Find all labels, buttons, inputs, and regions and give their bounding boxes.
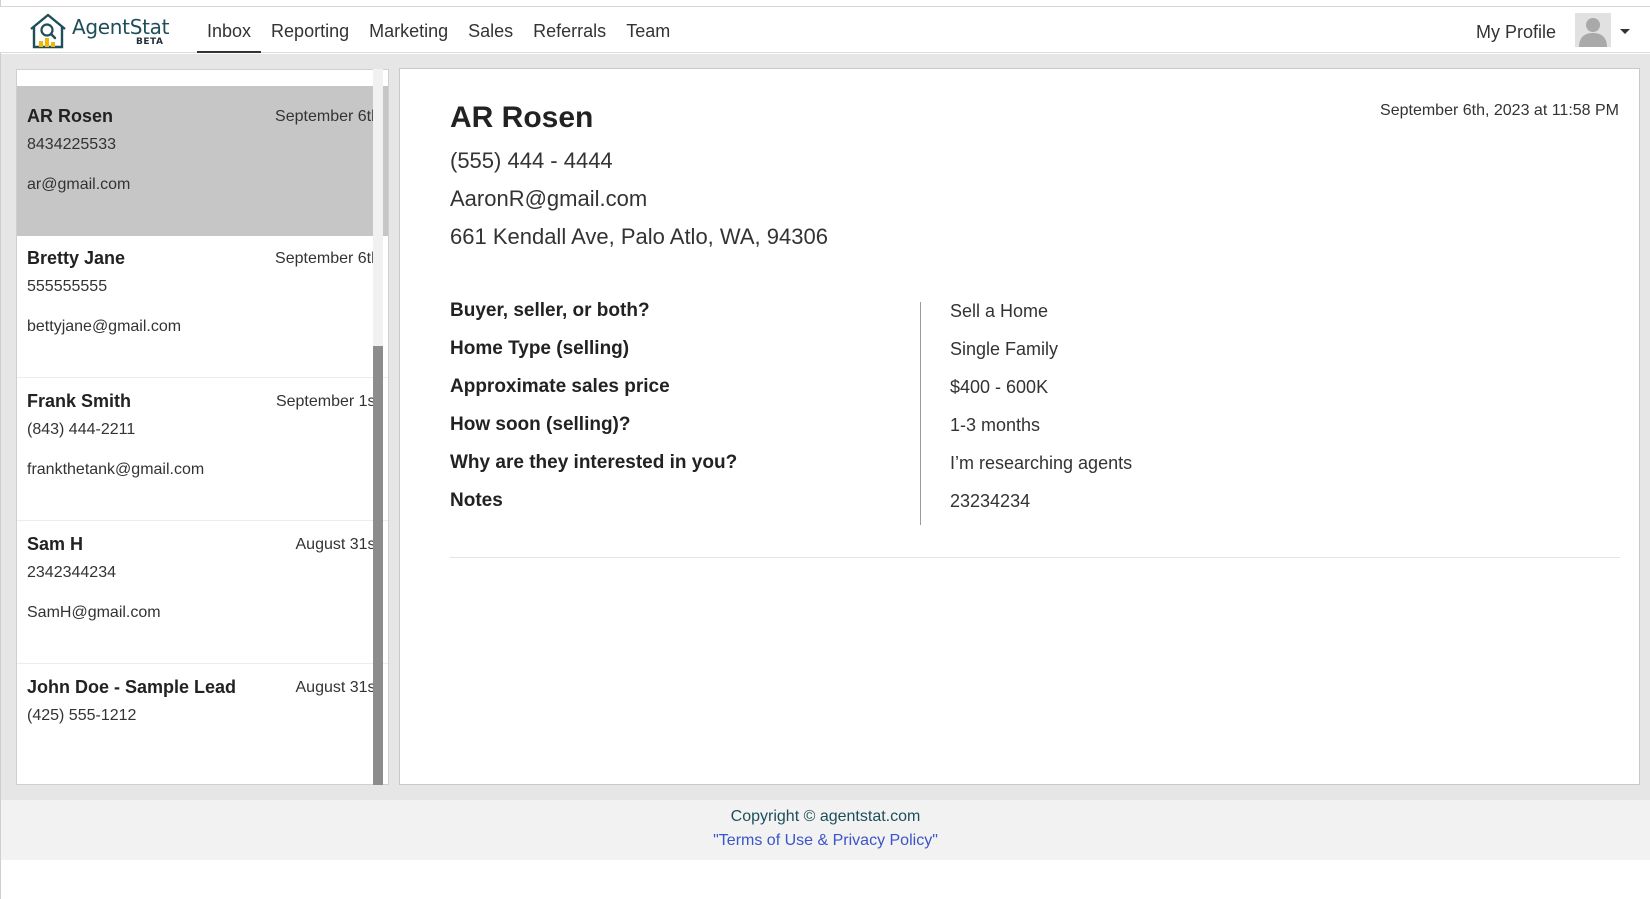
terms-privacy-link[interactable]: "Terms of Use & Privacy Policy" xyxy=(1,832,1650,850)
lead-phone: 8434225533 xyxy=(27,136,116,153)
answer-value: 1-3 months xyxy=(950,415,1041,435)
lead-list-item[interactable]: John Doe - Sample Lead August 31st (425)… xyxy=(17,657,388,784)
top-navbar: AgentStat BETA Inbox Reporting Marketing… xyxy=(0,7,1650,53)
answer-value: Single Family xyxy=(950,339,1059,359)
lead-list-item[interactable]: AR Rosen September 6th 8434225533 ar@gma… xyxy=(17,86,388,236)
lead-list-item[interactable]: Frank Smith September 1st (843) 444-2211… xyxy=(17,371,388,521)
brand-name: AgentStat xyxy=(72,15,170,39)
lead-email: ar@gmail.com xyxy=(27,176,131,193)
lead-date: August 31st xyxy=(295,536,381,553)
answer-value: Sell a Home xyxy=(950,301,1049,321)
header-top-rule xyxy=(0,6,1650,7)
detail-timestamp: September 6th, 2023 at 11:58 PM xyxy=(1380,102,1619,119)
lead-date: September 6th xyxy=(275,108,380,125)
answer-value: I’m researching agents xyxy=(950,453,1133,473)
lead-list-scroll-thumb[interactable] xyxy=(373,346,383,785)
qa-column-divider xyxy=(920,302,921,525)
answer-value: 23234234 xyxy=(950,491,1031,511)
lead-detail-panel: AR Rosen September 6th, 2023 at 11:58 PM… xyxy=(399,68,1640,785)
beta-badge: BETA xyxy=(136,37,164,47)
lead-email: bettyjane@gmail.com xyxy=(27,318,182,335)
lead-name: Frank Smith xyxy=(27,391,132,411)
nav-inbox[interactable]: Inbox xyxy=(197,7,262,53)
detail-address: 661 Kendall Ave, Palo Atlo, WA, 94306 xyxy=(450,224,828,249)
question-label: Buyer, seller, or both? xyxy=(450,300,650,321)
my-profile-link[interactable]: My Profile xyxy=(1476,22,1556,43)
house-search-logo-icon xyxy=(30,13,66,49)
detail-phone: (555) 444 - 4444 xyxy=(450,148,613,173)
lead-name: Sam H xyxy=(27,534,84,554)
nav-team[interactable]: Team xyxy=(616,7,680,53)
question-label: Home Type (selling) xyxy=(450,338,630,359)
lead-email: frankthetank@gmail.com xyxy=(27,461,205,478)
lead-date: September 6th xyxy=(275,250,380,267)
nav-referrals[interactable]: Referrals xyxy=(523,7,616,53)
page-footer: Copyright © agentstat.com "Terms of Use … xyxy=(1,800,1650,860)
detail-lead-name: AR Rosen xyxy=(450,101,594,134)
lead-name: John Doe - Sample Lead xyxy=(27,677,237,697)
brand-logo[interactable]: AgentStat BETA xyxy=(28,11,173,51)
lead-email: SamH@gmail.com xyxy=(27,604,161,621)
lead-date: August 31st xyxy=(295,679,381,696)
detail-bottom-rule xyxy=(450,557,1620,558)
user-avatar-icon[interactable] xyxy=(1575,13,1611,47)
lead-name: Bretty Jane xyxy=(27,248,126,268)
lead-phone: (843) 444-2211 xyxy=(27,421,136,438)
copyright-text: Copyright © agentstat.com xyxy=(730,808,921,825)
lead-list-item[interactable]: Bretty Jane September 6th 555555555 bett… xyxy=(17,228,388,378)
lead-date: September 1st xyxy=(275,393,380,410)
detail-email: AaronR@gmail.com xyxy=(450,186,648,211)
nav-reporting[interactable]: Reporting xyxy=(261,7,359,53)
question-label: How soon (selling)? xyxy=(450,414,631,435)
lead-phone: 2342344234 xyxy=(27,564,116,581)
lead-phone: 555555555 xyxy=(27,278,108,295)
lead-list-item[interactable]: Sam H August 31st 2342344234 SamH@gmail.… xyxy=(17,514,388,664)
lead-list[interactable]: AR Rosen September 6th 8434225533 ar@gma… xyxy=(16,69,389,785)
caret-down-icon[interactable] xyxy=(1620,29,1630,34)
main-nav: Inbox Reporting Marketing Sales Referral… xyxy=(197,7,680,53)
nav-sales[interactable]: Sales xyxy=(458,7,523,53)
question-label: Why are they interested in you? xyxy=(450,452,738,473)
lead-phone: (425) 555-1212 xyxy=(27,707,137,724)
answer-value: $400 - 600K xyxy=(950,377,1049,397)
question-label: Notes xyxy=(450,490,503,511)
question-label: Approximate sales price xyxy=(450,376,670,397)
nav-marketing[interactable]: Marketing xyxy=(359,7,458,53)
lead-name: AR Rosen xyxy=(27,106,114,126)
